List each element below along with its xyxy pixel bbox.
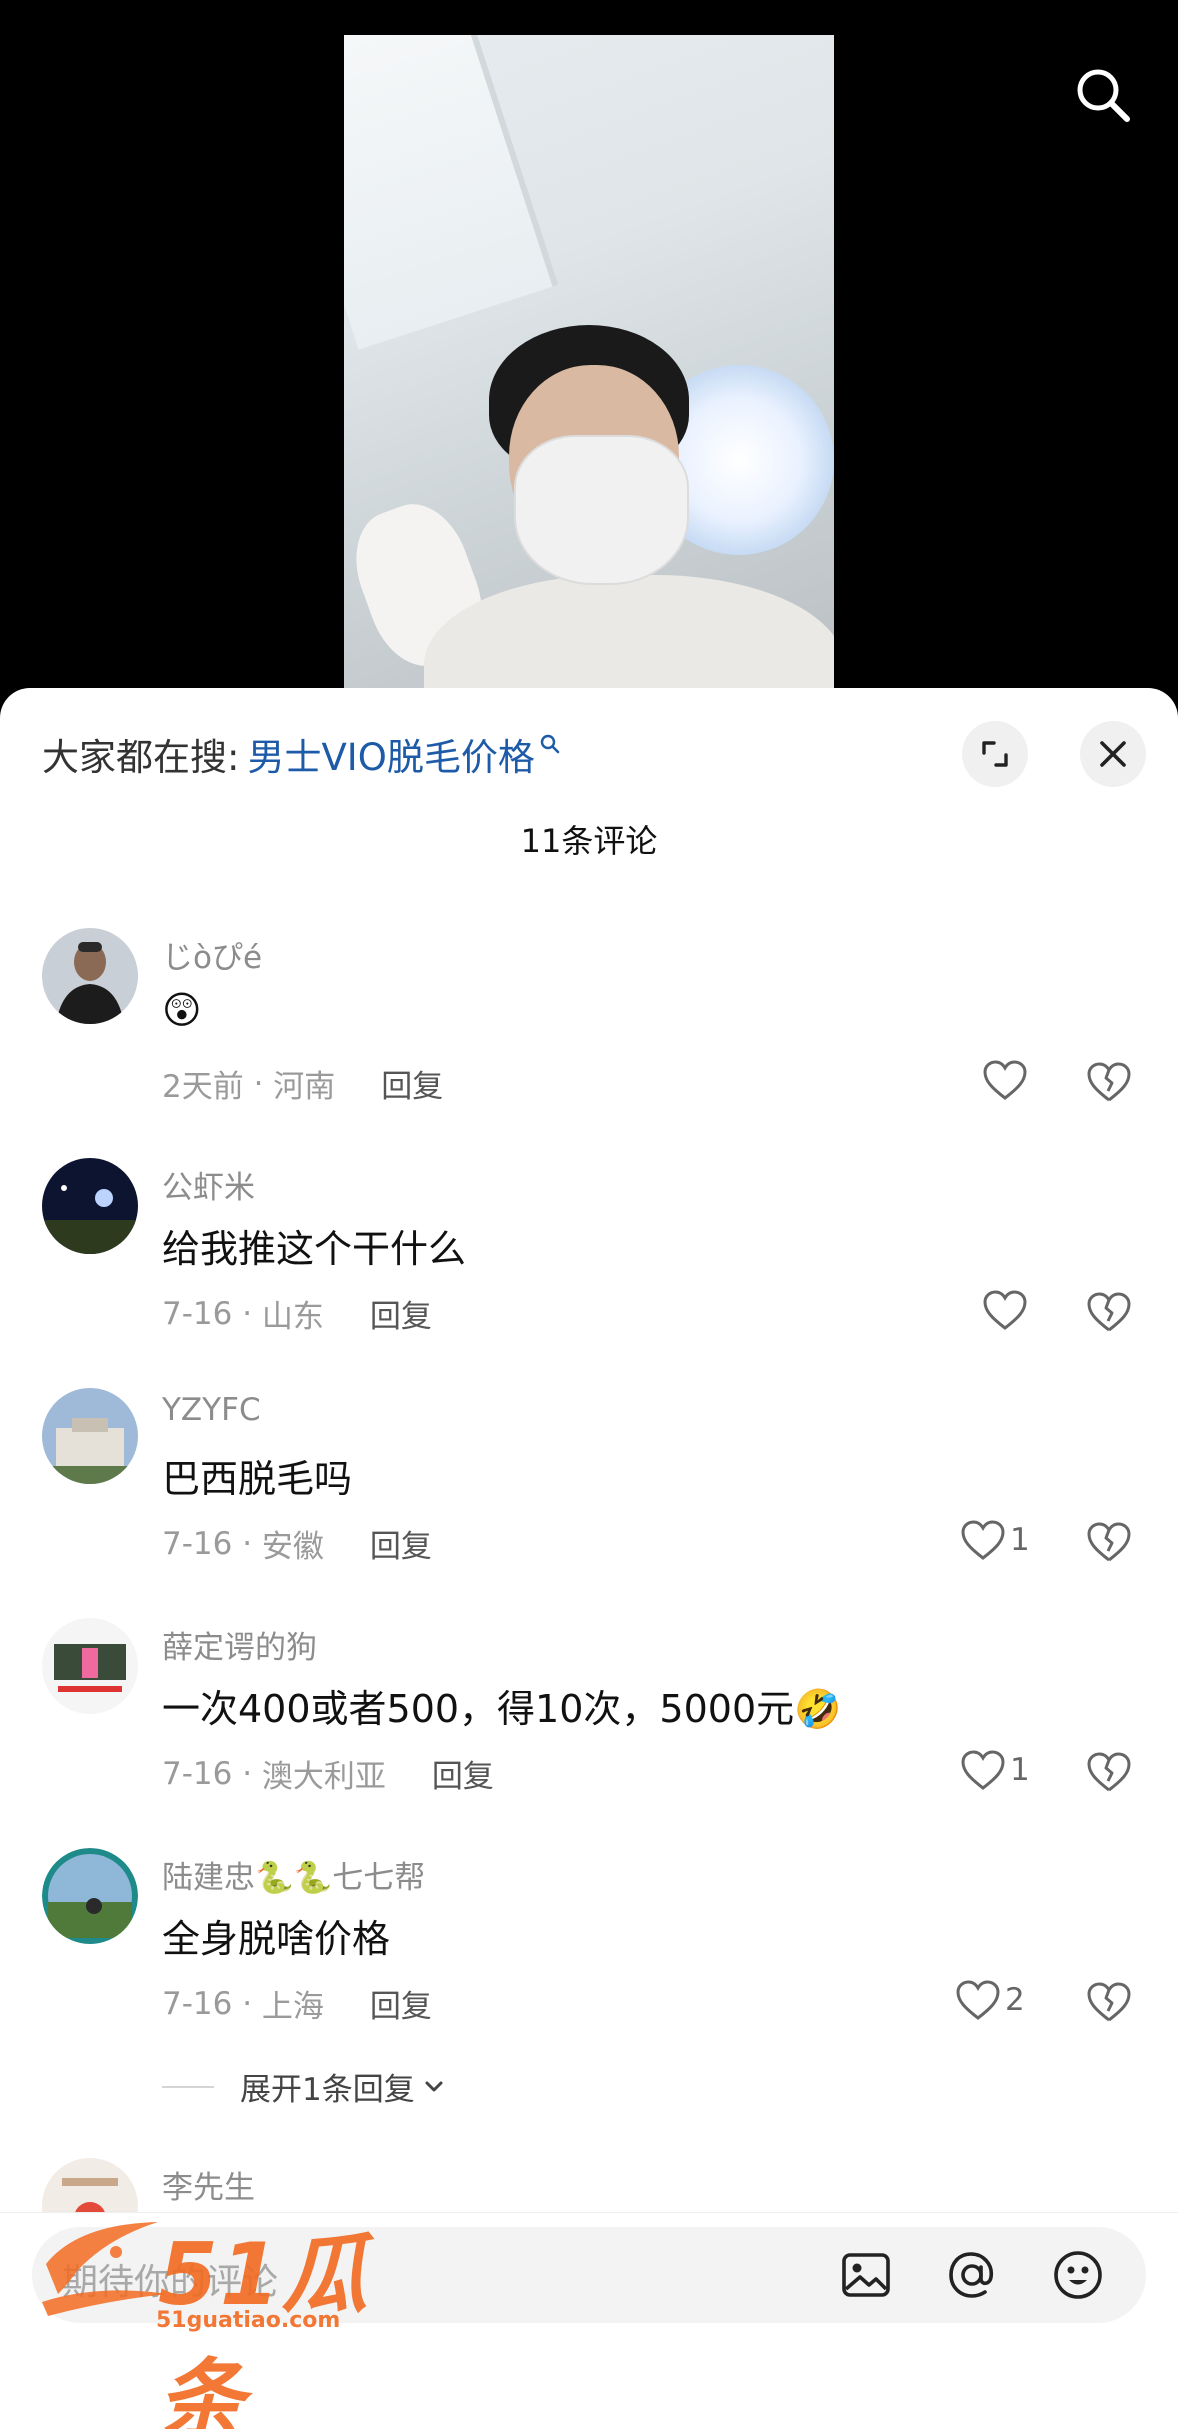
reply-button[interactable]: 回复	[370, 1521, 432, 1566]
search-icon	[1077, 69, 1130, 122]
expand-sheet-button[interactable]	[962, 721, 1028, 787]
comment-location: 澳大利亚	[261, 1759, 386, 1795]
close-sheet-button[interactable]	[1080, 721, 1146, 787]
expand-icon	[982, 741, 1008, 767]
reply-button[interactable]: 回复	[381, 1061, 443, 1106]
comment-time: 7-16	[162, 1525, 233, 1562]
broken-heart-icon[interactable]	[1086, 1519, 1132, 1565]
expand-replies-button[interactable]: 展开1条回复	[162, 2064, 447, 2109]
comment-username[interactable]: 李先生	[162, 2162, 255, 2207]
comment-input-bar: 期待你的评论	[0, 2212, 1178, 2429]
close-icon	[1100, 741, 1126, 767]
comment-text: 😲	[162, 988, 202, 1032]
avatar[interactable]	[42, 1618, 138, 1714]
video-frame[interactable]	[344, 35, 834, 695]
comment-text: 给我推这个干什么	[162, 1227, 467, 1271]
comment-item: 李先生	[0, 2158, 1178, 2254]
comment-item: YZYFC 巴西脱毛吗 7-16 · 安徽 回复 1	[0, 1388, 1178, 1588]
broken-heart-icon[interactable]	[1086, 1289, 1132, 1335]
chevron-down-icon	[425, 2081, 443, 2091]
comment-item: 陆建忠🐍🐍七七帮 全身脱啥价格 7-16 · 上海 回复 2	[0, 1848, 1178, 2048]
like-button[interactable]: 1	[960, 1516, 1030, 1564]
broken-heart-icon[interactable]	[1086, 1749, 1132, 1795]
avatar[interactable]	[42, 1388, 138, 1484]
reply-button[interactable]: 回复	[370, 1291, 432, 1336]
comment-meta: 7-16 · 安徽 回复	[162, 1521, 432, 1566]
video-white-coat	[424, 575, 834, 695]
comment-text: 全身脱啥价格	[162, 1917, 391, 1961]
comment-location: 安徽	[261, 1529, 324, 1565]
comment-sheet: 大家都在搜: 男士VIO脱毛价格 11条评论 じòぴé 😲 2天前 · 河南 回…	[0, 688, 1178, 2429]
comment-location: 山东	[261, 1299, 324, 1335]
broken-heart-icon[interactable]	[1086, 1979, 1132, 2025]
search-small-icon	[539, 733, 561, 775]
video-player[interactable]	[0, 0, 1178, 720]
like-count: 2	[1005, 1982, 1025, 2018]
comment-username[interactable]: 陆建忠🐍🐍七七帮	[162, 1852, 425, 1897]
avatar[interactable]	[42, 928, 138, 1024]
video-face-mask	[514, 435, 689, 585]
video-ceiling-beam	[344, 35, 559, 350]
comment-input[interactable]: 期待你的评论	[32, 2227, 1146, 2323]
comment-time: 2天前	[162, 1069, 244, 1105]
comment-text: 巴西脱毛吗	[162, 1457, 353, 1501]
expand-replies-label: 展开1条回复	[240, 2072, 415, 2108]
emoji-icon[interactable]	[1050, 2247, 1106, 2303]
search-suggestion: 大家都在搜: 男士VIO脱毛价格	[42, 724, 561, 784]
search-suggestion-prefix: 大家都在搜:	[42, 736, 240, 779]
like-button[interactable]	[982, 1056, 1032, 1104]
comment-meta: 7-16 · 上海 回复	[162, 1981, 432, 2026]
heart-icon	[956, 1980, 1000, 2020]
comment-item: 薛定谔的狗 一次400或者500，得10次，5000元🤣 7-16 · 澳大利亚…	[0, 1618, 1178, 1818]
like-button[interactable]: 2	[955, 1976, 1025, 2024]
reply-button[interactable]: 回复	[432, 1751, 494, 1796]
heart-icon	[983, 1290, 1027, 1330]
comment-item: じòぴé 😲 2天前 · 河南 回复	[0, 928, 1178, 1128]
heart-icon	[961, 1750, 1005, 1790]
comment-meta: 7-16 · 山东 回复	[162, 1291, 432, 1336]
avatar[interactable]	[42, 1848, 138, 1944]
comment-item: 公虾米 给我推这个干什么 7-16 · 山东 回复	[0, 1158, 1178, 1358]
avatar[interactable]	[42, 1158, 138, 1254]
comment-username[interactable]: じòぴé	[162, 932, 262, 977]
comment-location: 上海	[261, 1989, 324, 2025]
like-button[interactable]	[982, 1286, 1032, 1334]
like-count: 1	[1010, 1522, 1030, 1558]
comment-username[interactable]: 薛定谔的狗	[162, 1622, 317, 1667]
comment-count: 11条评论	[520, 822, 658, 860]
broken-heart-icon[interactable]	[1086, 1059, 1132, 1105]
search-button[interactable]	[1068, 60, 1138, 130]
comment-input-placeholder: 期待你的评论	[62, 2262, 279, 2303]
comment-time: 7-16	[162, 1755, 233, 1792]
comment-meta: 7-16 · 澳大利亚 回复	[162, 1751, 494, 1796]
comment-meta: 2天前 · 河南 回复	[162, 1061, 443, 1106]
comment-username[interactable]: YZYFC	[162, 1392, 261, 1428]
image-icon[interactable]	[838, 2247, 894, 2303]
heart-icon	[983, 1060, 1027, 1100]
mention-icon[interactable]	[944, 2247, 1000, 2303]
comment-time: 7-16	[162, 1295, 233, 1332]
heart-icon	[961, 1520, 1005, 1560]
like-button[interactable]: 1	[960, 1746, 1030, 1794]
comment-username[interactable]: 公虾米	[162, 1162, 255, 1207]
reply-button[interactable]: 回复	[370, 1981, 432, 2026]
comment-text: 一次400或者500，得10次，5000元🤣	[162, 1687, 842, 1731]
comment-location: 河南	[273, 1069, 336, 1105]
expand-replies-divider	[162, 2085, 214, 2088]
like-count: 1	[1010, 1752, 1030, 1788]
search-suggestion-link[interactable]: 男士VIO脱毛价格	[247, 727, 534, 781]
comment-time: 7-16	[162, 1985, 233, 2022]
